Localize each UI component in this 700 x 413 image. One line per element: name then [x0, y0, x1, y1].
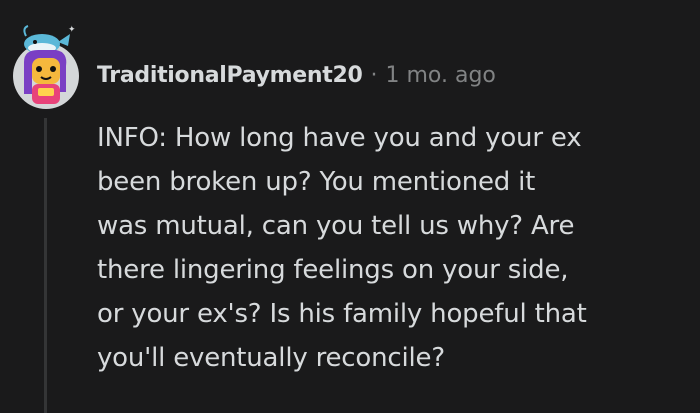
comment-line: INFO: How long have you and your ex	[97, 123, 582, 153]
snoo-avatar-icon: ✦	[13, 25, 79, 109]
thread-line[interactable]	[44, 118, 47, 413]
comment-header: TraditionalPayment20 · 1 mo. ago	[97, 58, 496, 92]
comment: ✦ TraditionalPayment20 · 1 mo. ago INFO:…	[0, 0, 700, 413]
comment-body: INFO: How long have you and your ex been…	[97, 116, 687, 380]
user-avatar[interactable]: ✦	[10, 22, 82, 112]
comment-line: there lingering feelings on your side,	[97, 255, 569, 285]
comment-line: or your ex's? Is his family hopeful that	[97, 299, 587, 329]
comment-line: been broken up? You mentioned it	[97, 167, 536, 197]
comment-line: was mutual, can you tell us why? Are	[97, 211, 575, 241]
svg-text:✦: ✦	[68, 25, 76, 35]
meta-separator: ·	[370, 62, 378, 88]
comment-line: you'll eventually reconcile?	[97, 343, 445, 373]
timestamp-link[interactable]: 1 mo. ago	[385, 63, 495, 88]
username-link[interactable]: TraditionalPayment20	[97, 63, 363, 88]
